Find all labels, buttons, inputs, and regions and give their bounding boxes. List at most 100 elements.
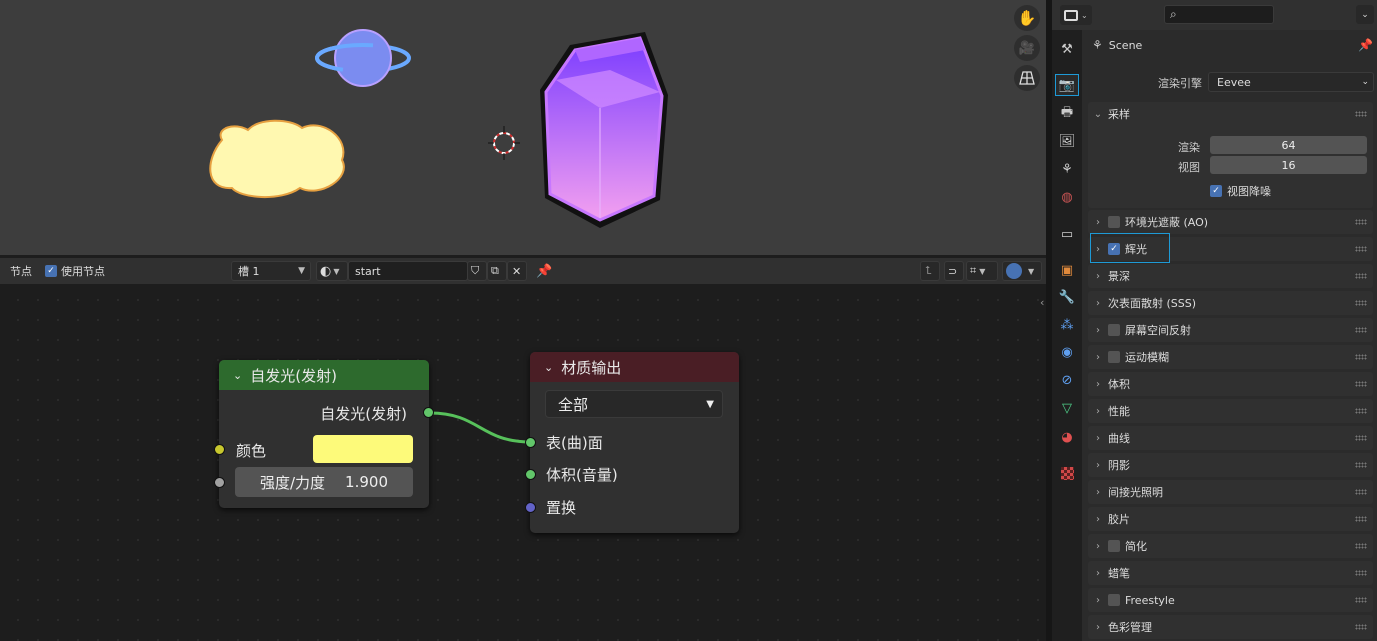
panel-subsurface-scattering[interactable]: › 次表面散射 (SSS) [1088, 291, 1373, 315]
viewport-denoise-toggle[interactable]: ✓ 视图降噪 [1210, 183, 1271, 199]
drag-handle-icon[interactable] [1355, 408, 1367, 414]
editor-type-dropdown[interactable]: ⌄ [1060, 5, 1092, 25]
panel-color-management[interactable]: › 色彩管理 [1088, 615, 1373, 639]
overlay-dropdown[interactable]: ▼ [1002, 261, 1042, 281]
use-nodes-checkbox[interactable]: ✓ [45, 265, 57, 277]
target-dropdown[interactable]: 全部 ▼ [545, 390, 723, 418]
duplicate-material-button[interactable]: ⧉ [487, 261, 507, 281]
tab-physics[interactable]: ◉ [1055, 341, 1079, 363]
emission-node-header[interactable]: ⌄ 自发光(发射) [219, 360, 429, 390]
panel-curves[interactable]: › 曲线 [1088, 426, 1373, 450]
drag-handle-icon[interactable] [1355, 543, 1367, 549]
drag-handle-icon[interactable] [1355, 219, 1367, 225]
viewport-samples-field[interactable]: 16 [1210, 156, 1367, 174]
sampling-panel-header[interactable]: ⌄ 采样 [1088, 102, 1373, 126]
drag-handle-icon[interactable] [1355, 570, 1367, 576]
tab-tool[interactable]: ⚒ [1055, 38, 1079, 60]
color-swatch[interactable] [313, 435, 413, 463]
properties-search-input[interactable]: ⌕ [1164, 5, 1274, 24]
pan-view-button[interactable]: ✋ [1014, 5, 1040, 31]
tab-particles[interactable]: ⁂ [1055, 314, 1079, 336]
fake-user-button[interactable]: ⛉ [467, 261, 487, 281]
parent-node-tree-button[interactable]: ⮤ [920, 261, 940, 281]
drag-handle-icon[interactable] [1355, 327, 1367, 333]
ao-checkbox[interactable] [1108, 216, 1120, 228]
snap-mode-dropdown[interactable]: ⌗ ▼ [966, 261, 998, 281]
drag-handle-icon[interactable] [1355, 435, 1367, 441]
panel-grease-pencil[interactable]: › 蜡笔 [1088, 561, 1373, 585]
drag-handle-icon[interactable] [1355, 354, 1367, 360]
panel-film[interactable]: › 胶片 [1088, 507, 1373, 531]
snap-toggle-button[interactable]: ⊃ [944, 261, 964, 281]
tab-modifiers[interactable]: 🔧 [1055, 286, 1079, 308]
drag-handle-icon[interactable] [1355, 624, 1367, 630]
motion-blur-checkbox[interactable] [1108, 351, 1120, 363]
tab-scene[interactable]: ⚘ [1055, 158, 1079, 180]
panel-freestyle[interactable]: › Freestyle [1088, 588, 1373, 612]
panel-performance[interactable]: › 性能 [1088, 399, 1373, 423]
material-output-header[interactable]: ⌄ 材质输出 [530, 352, 739, 382]
render-samples-field[interactable]: 64 [1210, 136, 1367, 154]
3d-viewport[interactable]: ✋ 🎥 [0, 0, 1050, 255]
tab-object[interactable]: ▣ [1055, 259, 1079, 281]
link-emission-surface[interactable] [429, 411, 532, 444]
cloud-object[interactable] [209, 119, 345, 199]
panel-volumetrics[interactable]: › 体积 [1088, 372, 1373, 396]
slot-dropdown[interactable]: 槽 1 ▼ [231, 261, 311, 281]
3d-cursor[interactable] [488, 126, 520, 160]
tab-world[interactable]: ◍ [1055, 186, 1079, 208]
displacement-input-socket[interactable] [525, 502, 536, 513]
chevron-down-icon[interactable]: ⌄ [544, 361, 553, 374]
node-menu[interactable]: 节点 [10, 263, 32, 279]
drag-handle-icon[interactable] [1355, 300, 1367, 306]
panel-ambient-occlusion[interactable]: › 环境光遮蔽 (AO) [1088, 210, 1373, 234]
strength-field[interactable]: 强度/力度 1.900 [235, 467, 413, 497]
emission-node[interactable]: ⌄ 自发光(发射) 自发光(发射) 颜色 强度/力度 1.900 [214, 360, 434, 508]
render-engine-dropdown[interactable]: Eevee ⌄ [1208, 72, 1374, 92]
tab-data[interactable]: ▽ [1055, 397, 1079, 419]
node-canvas[interactable]: ⌄ 自发光(发射) 自发光(发射) 颜色 强度/力度 1.900 ⌄ 材质输出 … [0, 284, 1046, 641]
tab-output[interactable]: 🖶 [1055, 103, 1079, 125]
drag-handle-icon[interactable] [1355, 246, 1367, 252]
pin-icon[interactable]: 📌 [536, 264, 552, 279]
tab-material[interactable]: ◕ [1055, 426, 1079, 448]
chevron-down-icon[interactable]: ⌄ [233, 369, 242, 382]
drag-handle-icon[interactable] [1355, 462, 1367, 468]
tab-texture[interactable] [1055, 462, 1079, 484]
tab-view-layer[interactable]: 🖼 [1055, 130, 1079, 152]
drag-handle-icon[interactable] [1355, 111, 1367, 117]
use-nodes-toggle[interactable]: ✓ 使用节点 [45, 263, 105, 279]
freestyle-checkbox[interactable] [1108, 594, 1120, 606]
panel-depth-of-field[interactable]: › 景深 [1088, 264, 1373, 288]
tab-collection[interactable]: ▭ [1055, 223, 1079, 245]
drag-handle-icon[interactable] [1355, 381, 1367, 387]
options-dropdown[interactable]: ⌄ [1356, 5, 1374, 24]
material-name-field[interactable]: start [348, 261, 468, 281]
drag-handle-icon[interactable] [1355, 489, 1367, 495]
panel-motion-blur[interactable]: › 运动模糊 [1088, 345, 1373, 369]
planet-sphere[interactable] [334, 29, 392, 87]
carton-object[interactable] [540, 32, 668, 228]
viewport-denoise-checkbox[interactable]: ✓ [1210, 185, 1222, 197]
panel-screen-space-reflections[interactable]: › 屏幕空间反射 [1088, 318, 1373, 342]
panel-indirect-lighting[interactable]: › 间接光照明 [1088, 480, 1373, 504]
surface-input-socket[interactable] [525, 437, 536, 448]
ssr-checkbox[interactable] [1108, 324, 1120, 336]
drag-handle-icon[interactable] [1355, 597, 1367, 603]
camera-view-button[interactable]: 🎥 [1014, 35, 1040, 61]
tab-constraints[interactable]: ⊘ [1055, 369, 1079, 391]
strength-input-socket[interactable] [214, 477, 225, 488]
volume-input-socket[interactable] [525, 469, 536, 480]
color-input-socket[interactable] [214, 444, 225, 455]
panel-shadows[interactable]: › 阴影 [1088, 453, 1373, 477]
pin-icon[interactable]: 📌 [1358, 38, 1373, 52]
simplify-checkbox[interactable] [1108, 540, 1120, 552]
material-output-node[interactable]: ⌄ 材质输出 全部 ▼ 表(曲)面 体积(音量) 置换 [525, 352, 739, 533]
emission-output-socket[interactable] [423, 407, 434, 418]
sidebar-toggle-arrow-icon[interactable]: ‹ [1040, 296, 1044, 309]
drag-handle-icon[interactable] [1355, 516, 1367, 522]
drag-handle-icon[interactable] [1355, 273, 1367, 279]
perspective-toggle-button[interactable] [1014, 65, 1040, 91]
unlink-material-button[interactable]: ✕ [507, 261, 527, 281]
material-browse-button[interactable]: ◐ ▼ [316, 261, 348, 281]
